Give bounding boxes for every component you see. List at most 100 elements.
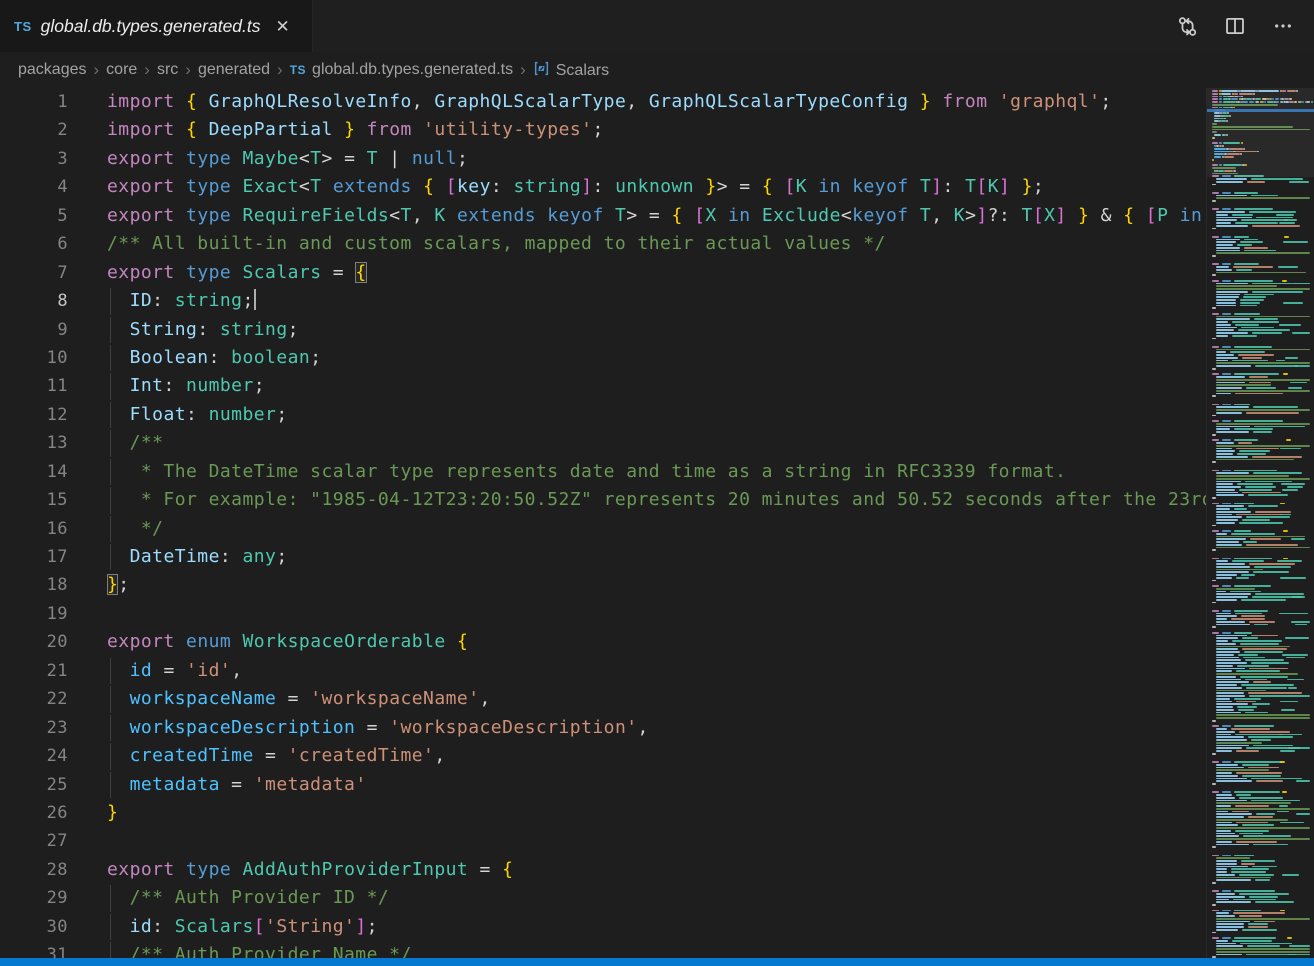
line-number: 3 — [0, 145, 68, 173]
line-number: 6 — [0, 230, 68, 258]
code-line-text: workspaceName = 'workspaceName', — [68, 685, 491, 713]
code-line[interactable]: 18}; — [0, 571, 1206, 599]
line-number: 19 — [0, 600, 68, 628]
symbol-type-icon — [533, 60, 550, 77]
code-line[interactable]: 6/** All built-in and custom scalars, ma… — [0, 230, 1206, 258]
indent-guide — [110, 345, 111, 371]
code-line[interactable]: 9 String: string; — [0, 316, 1206, 344]
typescript-file-icon: TS — [14, 19, 32, 34]
breadcrumb-item-src[interactable]: src — [157, 61, 178, 79]
line-number: 23 — [0, 714, 68, 742]
typescript-file-icon: TS — [290, 63, 306, 77]
line-number: 2 — [0, 116, 68, 144]
breadcrumb-item-packages[interactable]: packages — [18, 61, 87, 79]
breadcrumb-separator: › — [520, 60, 526, 80]
line-number: 31 — [0, 941, 68, 958]
indent-guide — [110, 686, 111, 712]
indent-guide — [110, 516, 111, 542]
open-changes-icon[interactable] — [1176, 15, 1198, 37]
tab-global-db-types-generated[interactable]: TS global.db.types.generated.ts ✕ — [0, 0, 313, 52]
code-line[interactable]: 28export type AddAuthProviderInput = { — [0, 856, 1206, 884]
vscode-window: TS global.db.types.generated.ts ✕ — [0, 0, 1314, 966]
code-line-text: Boolean: boolean; — [68, 344, 321, 372]
line-number: 27 — [0, 827, 68, 855]
code-line[interactable]: 23 workspaceDescription = 'workspaceDesc… — [0, 714, 1206, 742]
code-line[interactable]: 19 — [0, 600, 1206, 628]
code-line[interactable]: 1import { GraphQLResolveInfo, GraphQLSca… — [0, 88, 1206, 116]
line-number: 4 — [0, 173, 68, 201]
code-line-text: id: Scalars['String']; — [68, 913, 378, 941]
code-line[interactable]: 8 ID: string; — [0, 287, 1206, 315]
editor-actions — [1176, 0, 1314, 52]
indent-guide — [110, 942, 111, 958]
line-number: 25 — [0, 771, 68, 799]
line-number: 20 — [0, 628, 68, 656]
breadcrumb-item-file[interactable]: TS global.db.types.generated.ts — [290, 61, 513, 79]
code-line[interactable]: 26} — [0, 799, 1206, 827]
line-number: 13 — [0, 429, 68, 457]
close-tab-icon[interactable]: ✕ — [273, 16, 293, 37]
code-line[interactable]: 17 DateTime: any; — [0, 543, 1206, 571]
line-number: 15 — [0, 486, 68, 514]
indent-guide — [110, 487, 111, 513]
indent-guide — [110, 402, 111, 428]
breadcrumb-item-symbol[interactable]: Scalars — [533, 60, 609, 80]
line-number: 11 — [0, 372, 68, 400]
split-editor-icon[interactable] — [1224, 15, 1246, 37]
line-number: 12 — [0, 401, 68, 429]
code-line-text: export type RequireFields<T, K extends k… — [68, 202, 1206, 230]
code-line[interactable]: 3export type Maybe<T> = T | null; — [0, 145, 1206, 173]
line-number: 5 — [0, 202, 68, 230]
line-number: 17 — [0, 543, 68, 571]
breadcrumb-item-core[interactable]: core — [106, 61, 137, 79]
code-line-text: metadata = 'metadata' — [68, 771, 367, 799]
code-line[interactable]: 13 /** — [0, 429, 1206, 457]
line-number: 8 — [0, 287, 68, 315]
code-line[interactable]: 4export type Exact<T extends { [key: str… — [0, 173, 1206, 201]
indent-guide — [110, 914, 111, 940]
code-editor[interactable]: 1import { GraphQLResolveInfo, GraphQLSca… — [0, 88, 1206, 958]
more-actions-icon[interactable] — [1272, 15, 1294, 37]
code-line[interactable]: 12 Float: number; — [0, 401, 1206, 429]
code-line-text — [68, 827, 107, 855]
breadcrumb-item-generated[interactable]: generated — [198, 61, 270, 79]
code-line-text: createdTime = 'createdTime', — [68, 742, 446, 770]
code-line[interactable]: 31 /** Auth Provider Name */ — [0, 941, 1206, 958]
code-line-text: export type Scalars = { — [68, 259, 367, 287]
code-line-text: import { DeepPartial } from 'utility-typ… — [68, 116, 604, 144]
code-line[interactable]: 16 */ — [0, 515, 1206, 543]
breadcrumb-file-name: global.db.types.generated.ts — [312, 61, 513, 78]
code-line[interactable]: 22 workspaceName = 'workspaceName', — [0, 685, 1206, 713]
code-line-text: /** — [68, 429, 163, 457]
code-line[interactable]: 20export enum WorkspaceOrderable { — [0, 628, 1206, 656]
indent-guide — [110, 658, 111, 684]
code-line[interactable]: 21 id = 'id', — [0, 657, 1206, 685]
minimap-slider[interactable] — [1207, 88, 1314, 177]
code-line[interactable]: 10 Boolean: boolean; — [0, 344, 1206, 372]
code-line[interactable]: 2import { DeepPartial } from 'utility-ty… — [0, 116, 1206, 144]
line-number: 30 — [0, 913, 68, 941]
code-line[interactable]: 27 — [0, 827, 1206, 855]
code-line-text: * The DateTime scalar type represents da… — [68, 458, 1066, 486]
code-line[interactable]: 11 Int: number; — [0, 372, 1206, 400]
indent-guide — [110, 772, 111, 798]
code-line[interactable]: 25 metadata = 'metadata' — [0, 771, 1206, 799]
text-cursor — [254, 289, 256, 310]
tab-bar-empty-space — [313, 0, 1176, 52]
line-number: 18 — [0, 571, 68, 599]
code-line-text: Float: number; — [68, 401, 288, 429]
line-number: 7 — [0, 259, 68, 287]
minimap[interactable] — [1206, 88, 1314, 958]
code-line[interactable]: 7export type Scalars = { — [0, 259, 1206, 287]
code-line[interactable]: 30 id: Scalars['String']; — [0, 913, 1206, 941]
breadcrumb-separator: › — [277, 60, 283, 80]
code-line[interactable]: 5export type RequireFields<T, K extends … — [0, 202, 1206, 230]
code-line[interactable]: 29 /** Auth Provider ID */ — [0, 884, 1206, 912]
code-line[interactable]: 14 * The DateTime scalar type represents… — [0, 458, 1206, 486]
code-line[interactable]: 24 createdTime = 'createdTime', — [0, 742, 1206, 770]
code-line-text: } — [68, 799, 118, 827]
breadcrumb-symbol-name: Scalars — [556, 62, 609, 79]
line-number: 24 — [0, 742, 68, 770]
code-line-text: import { GraphQLResolveInfo, GraphQLScal… — [68, 88, 1112, 116]
code-line[interactable]: 15 * For example: "1985-04-12T23:20:50.5… — [0, 486, 1206, 514]
